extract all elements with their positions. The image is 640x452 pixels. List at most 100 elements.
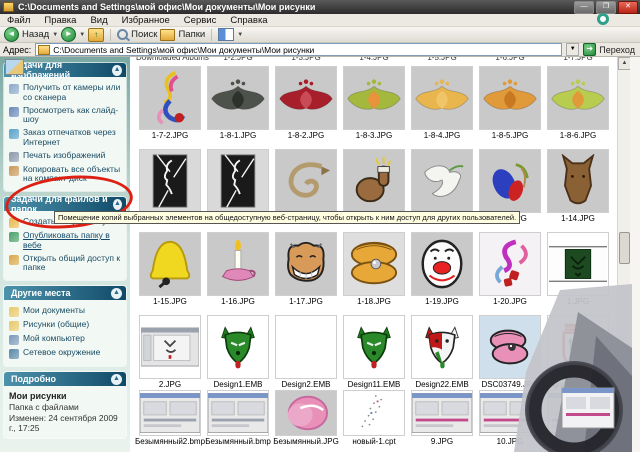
sidebar-item-file-tasks[interactable]: Опубликовать папку в вебе	[9, 230, 122, 251]
bird-flower-thumbnail	[479, 149, 541, 213]
panel-header[interactable]: Подробно ▲	[4, 372, 126, 387]
sidebar-item-picture-tasks[interactable]: Печать изображений	[9, 150, 122, 162]
file-item[interactable]: 1-14.JPG	[544, 149, 612, 223]
maximize-button[interactable]: ❐	[596, 1, 616, 14]
file-item[interactable]	[544, 390, 612, 446]
collapse-chevron-icon[interactable]: ▲	[113, 198, 122, 210]
folders-button-label[interactable]: Папки	[178, 29, 205, 40]
back-dropdown-icon[interactable]: ▼	[52, 32, 58, 38]
file-item[interactable]: 1-20.JPG	[476, 232, 544, 306]
up-folder-icon[interactable]: ↑	[88, 27, 105, 42]
file-item[interactable]: Безымянный2.bmp	[135, 390, 205, 446]
file-label: 1-7.JPG	[563, 57, 593, 62]
collapse-chevron-icon[interactable]: ▲	[111, 287, 122, 299]
explorer-sidebar: Задачи для изображений ▲ Получить от камер…	[0, 57, 130, 452]
my-computer-icon	[9, 335, 19, 346]
file-item[interactable]: Design1.EMB	[204, 315, 272, 389]
minimize-button[interactable]: —	[574, 1, 594, 14]
title-bar: C:\Documents and Settings\мой офис\Мои д…	[0, 0, 640, 14]
window-edge	[630, 57, 640, 452]
file-item[interactable]: 10.JPG	[476, 390, 544, 446]
file-item[interactable]: 9.JPG	[408, 390, 476, 446]
panel-header[interactable]: Задачи для файлов и папок ▲	[4, 197, 126, 214]
sidebar-item-other-places[interactable]: Мои документы	[9, 305, 122, 318]
collapse-chevron-icon[interactable]: ▲	[112, 64, 122, 76]
sidebar-item-picture-tasks[interactable]: Копировать все объекты на компакт-диск	[9, 164, 122, 185]
swirl-multicolor-thumbnail	[139, 66, 201, 130]
file-item[interactable]: 1-15.JPG	[136, 232, 204, 306]
file-item[interactable]: 1-8-6.JPG	[544, 66, 612, 140]
sidebar-item-picture-tasks[interactable]: Заказ отпечатков через Интернет	[9, 127, 122, 148]
menu-файл[interactable]: Файл	[0, 15, 37, 26]
file-item[interactable]: 1-17.JPG	[272, 232, 340, 306]
file-item[interactable]: 1-8-1.JPG	[204, 66, 272, 140]
sidebar-item-picture-tasks[interactable]: Получить от камеры или со сканера	[9, 82, 122, 103]
file-item[interactable]: 1-8-4.JPG	[408, 66, 476, 140]
forward-icon[interactable]: ►	[61, 27, 77, 42]
file-item[interactable]: 1-8-5.JPG	[476, 66, 544, 140]
back-button-label[interactable]: Назад	[22, 29, 49, 40]
file-item[interactable]: Design2.EMB	[272, 315, 340, 389]
file-item[interactable]: Design22.EMB	[408, 315, 476, 389]
pictures-preview-icon	[5, 59, 24, 75]
slideshow-icon	[9, 106, 19, 117]
eagle-head-thumbnail	[275, 149, 337, 213]
file-label: 1-15.JPG	[153, 297, 187, 306]
scrollbar-thumb[interactable]	[619, 232, 630, 264]
blank-thumbnail	[275, 315, 337, 379]
folders-icon[interactable]	[160, 28, 176, 41]
file-item[interactable]: 1-8-2.JPG	[272, 66, 340, 140]
file-item[interactable]: 1-16.JPG	[204, 232, 272, 306]
menu-вид[interactable]: Вид	[83, 15, 114, 26]
file-item[interactable]: 2.JPG	[136, 315, 204, 389]
lotus-green-gold-thumbnail	[547, 66, 609, 130]
file-item[interactable]: новый-1.cpt	[340, 390, 408, 446]
thumb-up-thumbnail	[343, 149, 405, 213]
views-dropdown-icon[interactable]: ▼	[237, 32, 243, 38]
search-icon[interactable]	[117, 29, 129, 40]
panel-title: Задачи для изображений	[11, 63, 71, 80]
file-item[interactable]: 1-7-2.JPG	[136, 66, 204, 140]
mad-hounds-shield-thumbnail: MAD HOUNDS	[547, 315, 609, 379]
file-item[interactable]: 1.JPG	[544, 232, 612, 306]
menu-правка[interactable]: Правка	[37, 15, 83, 26]
address-dropdown-icon[interactable]: ▼	[566, 43, 580, 56]
file-item[interactable]: Design11.EMB	[340, 315, 408, 389]
file-item[interactable]: 1-19.JPG	[408, 232, 476, 306]
sidebar-item-file-tasks[interactable]: Открыть общий доступ к папке	[9, 253, 122, 274]
collapse-chevron-icon[interactable]: ▲	[111, 373, 122, 385]
back-icon[interactable]: ◄	[4, 27, 19, 42]
lotus-gold-thumbnail	[411, 66, 473, 130]
forward-dropdown-icon[interactable]: ▼	[79, 32, 85, 38]
screenshot-color-thumbnail	[547, 390, 609, 436]
file-item[interactable]: 1-8-3.JPG	[340, 66, 408, 140]
sidebar-item-other-places[interactable]: Сетевое окружение	[9, 347, 122, 360]
lotus-red-thumbnail	[275, 66, 337, 130]
scatter-dots-thumbnail	[343, 390, 405, 436]
lotus-green-orange-thumbnail	[343, 66, 405, 130]
views-icon[interactable]	[218, 28, 235, 41]
file-item[interactable]: MAD HOUNDS goncava.EMB	[544, 315, 612, 389]
go-arrow-icon: ➜	[583, 43, 597, 56]
sidebar-panel: Другие места ▲ Мои документы Рисунки (общие…	[4, 286, 126, 367]
file-item[interactable]: DSC03749.JPG	[476, 315, 544, 389]
menu-сервис[interactable]: Сервис	[177, 15, 224, 26]
file-item[interactable]: 1-18.JPG	[340, 232, 408, 306]
file-item[interactable]: Безымянный.JPG	[272, 390, 340, 446]
file-item[interactable]: Безымянный.bmp	[204, 390, 272, 446]
vertical-scrollbar[interactable]: ▲ ▼	[617, 57, 631, 452]
sidebar-item-picture-tasks[interactable]: Просмотреть как слайд-шоу	[9, 105, 122, 126]
panel-header[interactable]: Другие места ▲	[4, 286, 126, 301]
details-folder-type: Папка с файлами	[9, 402, 79, 413]
go-button[interactable]: ➜ Переход	[583, 43, 637, 56]
menu-избранное[interactable]: Избранное	[115, 15, 177, 26]
file-label: 1-19.JPG	[425, 297, 459, 306]
sidebar-item-other-places[interactable]: Мой компьютер	[9, 333, 122, 346]
sidebar-item-other-places[interactable]: Рисунки (общие)	[9, 319, 122, 332]
wolf-green-thumbnail	[343, 315, 405, 379]
publish-web-icon	[9, 232, 19, 243]
address-input[interactable]: C:\Documents and Settings\мой офис\Мои д…	[35, 43, 563, 56]
search-button-label[interactable]: Поиск	[131, 29, 157, 40]
menu-справка[interactable]: Справка	[223, 15, 274, 26]
close-button[interactable]: ✕	[618, 1, 638, 14]
